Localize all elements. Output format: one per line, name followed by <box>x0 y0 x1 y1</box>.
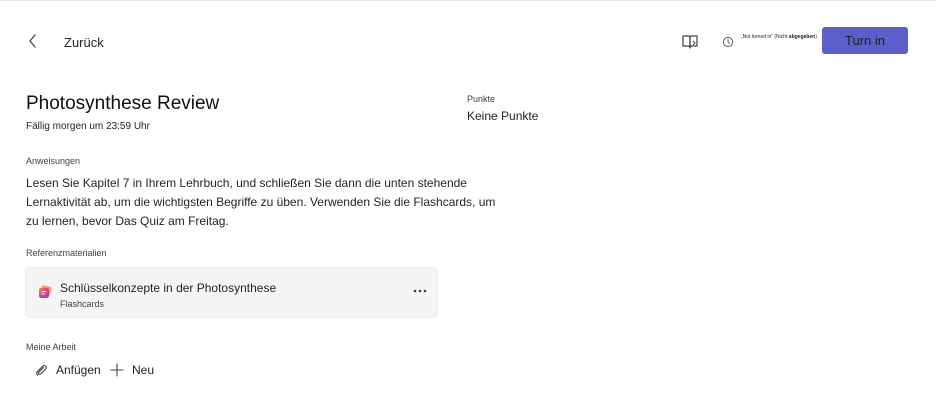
reference-materials-label: Referenzmaterialien <box>26 248 107 258</box>
new-button[interactable]: Neu <box>110 361 154 379</box>
instructions-text: Lesen Sie Kapitel 7 in Ihrem Lehrbuch, u… <box>26 176 496 228</box>
attach-button[interactable]: Anfügen <box>34 361 101 379</box>
plus-icon <box>110 363 124 377</box>
top-divider <box>0 0 936 1</box>
paperclip-icon <box>36 364 47 376</box>
status-bold: abgegeben <box>788 34 816 40</box>
submission-status: „Not turned in“ (Nicht abgegeben) <box>741 34 817 40</box>
status-prefix: „Not turned in“ (Nicht <box>741 34 788 40</box>
reference-card[interactable]: Schlüsselkonzepte in der Photosynthese F… <box>26 268 437 317</box>
flashcards-app-icon <box>39 285 52 298</box>
due-date: Fällig morgen um 23:59 Uhr <box>26 121 150 132</box>
assignment-title: Photosynthese Review <box>26 93 220 114</box>
clock-icon <box>722 36 734 48</box>
attach-label: Anfügen <box>56 363 101 377</box>
points-label: Punkte <box>467 94 496 104</box>
reference-title[interactable]: Schlüsselkonzepte in der Photosynthese <box>60 281 276 295</box>
chevron-left-icon[interactable] <box>26 33 40 49</box>
points-value: Keine Punkte <box>467 109 539 123</box>
instructions-label: Anweisungen <box>26 156 81 166</box>
more-options-icon[interactable] <box>412 283 428 299</box>
immersive-reader-icon[interactable] <box>681 33 699 51</box>
turn-in-button[interactable]: Turn in <box>822 27 908 54</box>
my-work-label: Meine Arbeit <box>26 342 77 352</box>
back-link[interactable]: Zurück <box>64 35 104 50</box>
reference-type: Flashcards <box>60 299 105 309</box>
new-label: Neu <box>132 363 155 377</box>
status-suffix: ) <box>815 34 817 40</box>
